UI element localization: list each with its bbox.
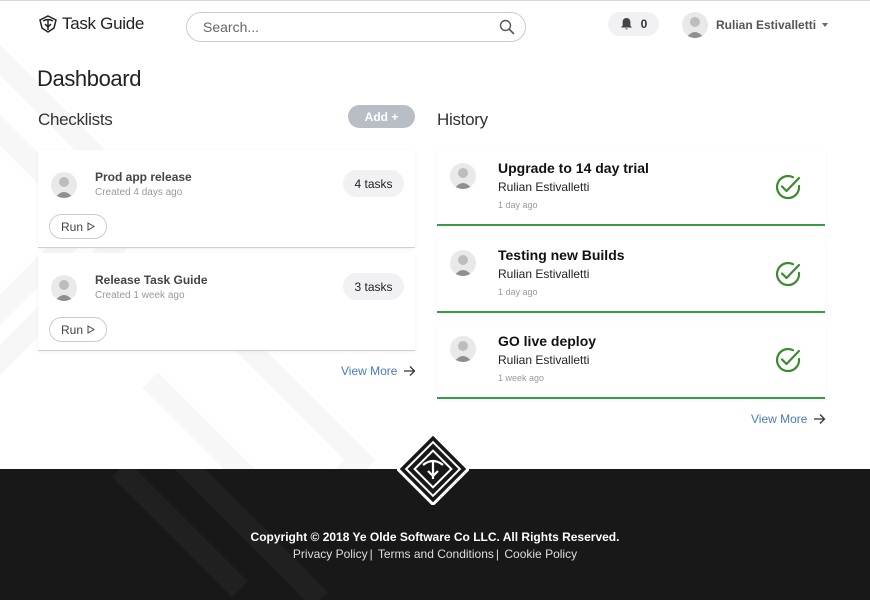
history-user: Rulian Estivalletti [498,180,590,194]
footer-links: Privacy Policy | Terms and Conditions | Co… [0,547,870,561]
search-input[interactable] [203,19,499,35]
search-bar[interactable] [186,12,526,42]
history-title: Testing new Builds [498,247,625,263]
play-icon [87,222,95,231]
avatar [450,163,476,189]
checklist-created: Created 4 days ago [95,187,183,198]
history-card[interactable]: Testing new Builds Rulian Estivalletti 1… [437,238,825,313]
search-icon[interactable] [499,19,515,35]
run-button[interactable]: Run [49,317,107,342]
top-border [0,0,870,1]
play-icon [87,325,95,334]
avatar [51,275,77,301]
view-more-label: View More [751,412,808,426]
checklist-title[interactable]: Release Task Guide [95,273,208,287]
arrow-right-icon [404,366,416,376]
add-checklist-button[interactable]: Add + [348,105,415,128]
history-time: 1 day ago [498,200,538,210]
view-more-label: View More [341,364,398,378]
avatar [450,336,476,362]
run-label: Run [60,219,83,234]
chevron-down-icon [822,23,829,27]
checklists-view-more-link[interactable]: View More [341,364,416,378]
notifications-button[interactable]: 0 [608,12,659,36]
history-title: GO live deploy [498,333,597,349]
arrow-right-icon [814,414,826,424]
checklists-title: Checklists [38,110,113,129]
history-user: Rulian Estivalletti [498,353,590,367]
history-time: 1 week ago [498,373,545,383]
user-name: Rulian Estivalletti [716,18,817,32]
history-user: Rulian Estivalletti [498,267,590,281]
app-logo[interactable]: Task Guide [38,14,144,34]
bell-icon [620,18,632,30]
checklist-created: Created 1 week ago [95,290,185,301]
run-button[interactable]: Run [49,214,107,239]
check-circle-icon [775,261,801,287]
cookie-policy-link[interactable]: Cookie Policy [504,547,577,561]
history-title: Upgrade to 14 day trial [498,160,649,176]
history-card[interactable]: GO live deploy Rulian Estivalletti 1 wee… [437,324,825,399]
copyright-text: Copyright © 2018 Ye Olde Software Co LLC… [250,530,620,544]
privacy-policy-link[interactable]: Privacy Policy [293,547,368,561]
history-view-more-link[interactable]: View More [751,412,826,426]
task-count-badge: 4 tasks [343,170,404,197]
footer-logo-icon [397,433,469,505]
history-card[interactable]: Upgrade to 14 day trial Rulian Estivalle… [437,151,825,226]
logo-icon [39,15,57,33]
history-time: 1 day ago [498,287,538,297]
check-circle-icon [775,174,801,200]
notification-count: 0 [640,17,648,31]
avatar [682,12,708,38]
history-title: History [437,110,488,129]
checklist-card[interactable]: Prod app release Created 4 days ago 4 ta… [38,150,415,248]
avatar [450,250,476,276]
avatar [51,172,77,198]
user-menu[interactable]: Rulian Estivalletti [682,12,829,38]
check-circle-icon [775,347,801,373]
app-name: Task Guide [62,14,145,33]
task-count-badge: 3 tasks [343,273,404,300]
run-label: Run [60,322,83,337]
checklist-card[interactable]: Release Task Guide Created 1 week ago 3 … [38,253,415,351]
separator: | [495,547,500,561]
page-title: Dashboard [37,66,142,91]
checklist-title[interactable]: Prod app release [95,170,192,184]
terms-link[interactable]: Terms and Conditions [378,547,494,561]
separator: | [369,547,373,561]
